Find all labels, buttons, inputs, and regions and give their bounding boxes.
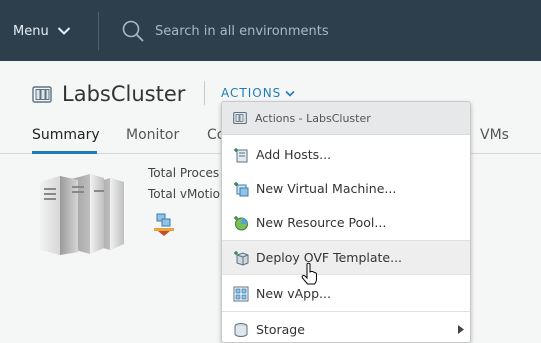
tab-summary[interactable]: Summary xyxy=(32,127,100,143)
menu-item-add-hosts[interactable]: Add Hosts... xyxy=(222,138,470,171)
dropdown-header-label: Actions - LabsCluster xyxy=(255,111,371,125)
menu-item-label: New Virtual Machine... xyxy=(256,181,397,196)
chevron-down-icon xyxy=(57,27,70,35)
dropdown-header: Actions - LabsCluster xyxy=(222,102,470,135)
object-title-row: LabsCluster xyxy=(32,80,185,108)
menu-item-label: New vApp... xyxy=(256,286,331,301)
top-header: Menu xyxy=(0,0,541,61)
title-divider xyxy=(204,81,205,105)
actions-menu-button[interactable]: ACTIONS xyxy=(221,86,295,100)
tab-vms[interactable]: VMs xyxy=(480,127,509,143)
menu-item-new-virtual-machine[interactable]: New Virtual Machine... xyxy=(222,172,470,205)
page-title: LabsCluster xyxy=(62,82,186,106)
deploy-ovf-icon xyxy=(234,250,249,266)
global-search[interactable] xyxy=(121,19,421,43)
new-vm-icon xyxy=(234,181,249,196)
cluster-icon xyxy=(233,111,247,125)
menu-item-deploy-ovf-template[interactable]: Deploy OVF Template... xyxy=(222,241,470,274)
menu-label: Menu xyxy=(13,23,49,39)
menu-item-storage[interactable]: Storage xyxy=(222,313,470,342)
menu-item-new-resource-pool[interactable]: New Resource Pool... xyxy=(222,206,470,239)
menu-divider xyxy=(222,311,470,312)
actions-dropdown-menu: Actions - LabsCluster Add Hosts... New V… xyxy=(221,101,471,343)
hand-cursor-icon xyxy=(301,262,317,285)
total-vmotion-label: Total vMotio xyxy=(148,187,221,201)
resource-pool-icon xyxy=(234,215,248,230)
header-divider xyxy=(98,12,99,50)
actions-label: ACTIONS xyxy=(221,86,282,100)
tab-monitor[interactable]: Monitor xyxy=(126,127,179,143)
active-tab-indicator xyxy=(32,151,97,154)
vmotion-icon xyxy=(154,213,174,236)
menu-item-label: Add Hosts... xyxy=(256,147,332,162)
menu-item-label: Deploy OVF Template... xyxy=(256,250,403,265)
chevron-right-icon xyxy=(458,325,464,334)
search-icon xyxy=(122,20,144,42)
cluster-icon xyxy=(32,86,52,103)
menu-divider xyxy=(222,274,470,275)
search-input[interactable] xyxy=(153,22,407,40)
menu-item-label: New Resource Pool... xyxy=(256,215,387,230)
total-processors-label: Total Proces xyxy=(148,166,220,180)
menu-item-label: Storage xyxy=(256,322,305,337)
storage-icon xyxy=(234,322,248,337)
cluster-servers-image xyxy=(40,174,124,255)
add-hosts-icon xyxy=(234,147,248,162)
chevron-down-icon xyxy=(285,90,295,97)
vapp-icon xyxy=(233,286,249,301)
menu-button[interactable]: Menu xyxy=(13,19,71,43)
menu-item-new-vapp[interactable]: New vApp... xyxy=(222,277,470,310)
